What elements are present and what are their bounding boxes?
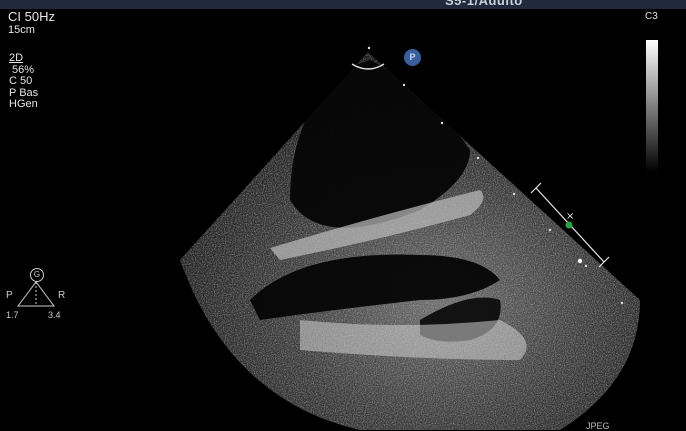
orientation-left-value: 1.7 bbox=[6, 310, 19, 320]
orientation-right-label: R bbox=[58, 290, 66, 301]
ultrasound-image: × bbox=[180, 46, 640, 430]
p-circle-icon: P bbox=[404, 49, 421, 66]
orientation-right-value: 3.4 bbox=[48, 310, 61, 320]
orientation-left-label: P bbox=[6, 290, 13, 301]
svg-text:×: × bbox=[566, 211, 574, 222]
orientation-triangle-icon: G P R 1.7 3.4 bbox=[4, 268, 70, 324]
sector-fan bbox=[180, 52, 640, 430]
